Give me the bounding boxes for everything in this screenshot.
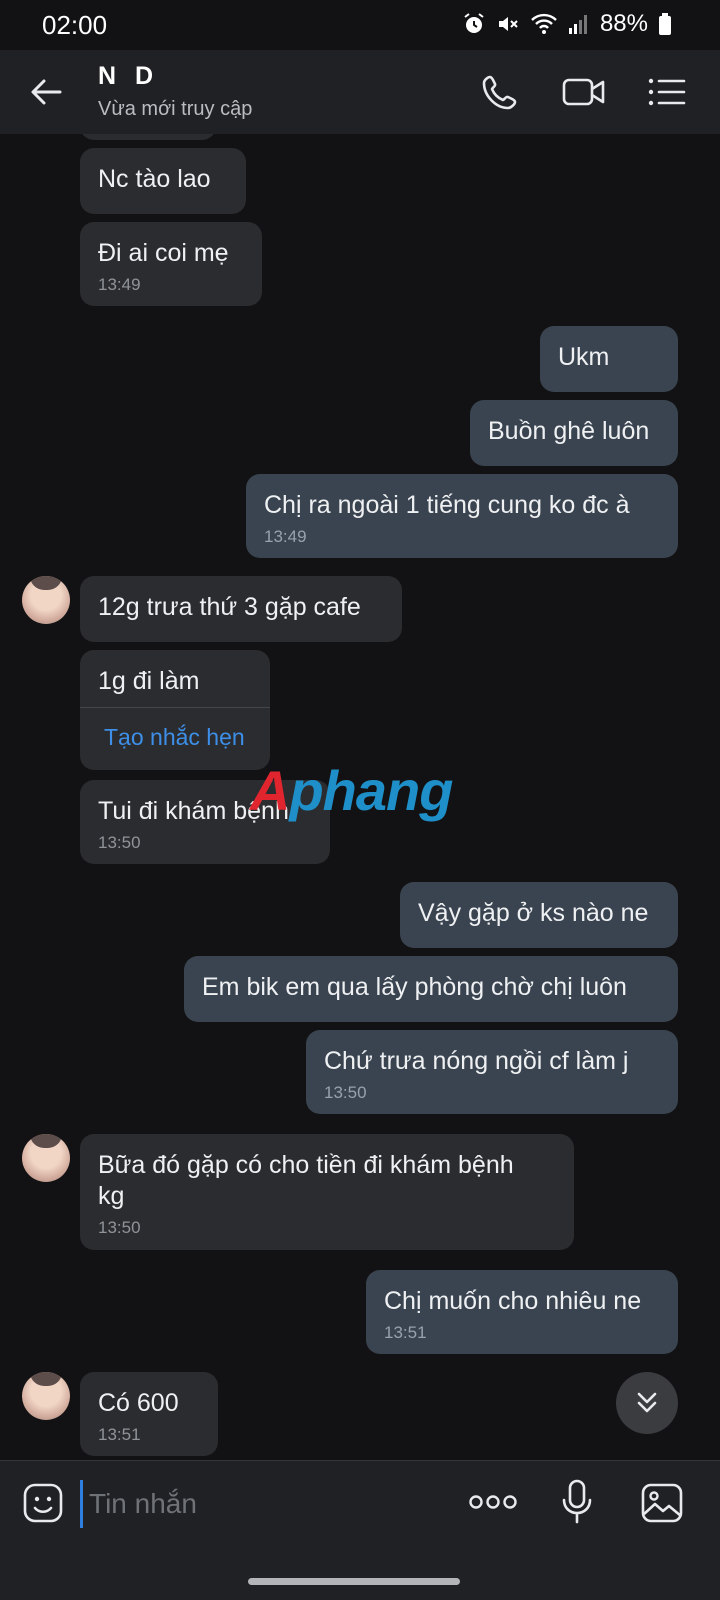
back-arrow-icon[interactable] xyxy=(26,72,66,112)
image-gallery-icon[interactable] xyxy=(640,1482,684,1524)
contact-name[interactable]: N D xyxy=(98,62,159,91)
message-bubble-outgoing[interactable]: Em bik em qua lấy phòng chờ chị luôn xyxy=(184,956,678,1022)
battery-icon xyxy=(659,13,671,35)
message-time: 13:49 xyxy=(264,527,307,546)
message-text: Đi ai coi mẹ xyxy=(98,239,229,267)
message-bubble-outgoing[interactable]: Ukm xyxy=(540,326,678,392)
more-options-icon[interactable] xyxy=(468,1494,518,1510)
sticker-emoji-icon[interactable] xyxy=(22,1482,64,1524)
avatar[interactable] xyxy=(22,576,70,624)
phone-call-icon[interactable] xyxy=(480,72,524,112)
message-text: Em bik em qua lấy phòng chờ chị luôn xyxy=(202,973,627,1001)
message-bubble-outgoing[interactable]: Chị muốn cho nhiêu ne 13:51 xyxy=(366,1270,678,1354)
mute-icon xyxy=(498,17,518,31)
microphone-icon[interactable] xyxy=(560,1478,594,1526)
message-time: 13:50 xyxy=(324,1083,367,1102)
home-indicator[interactable] xyxy=(248,1578,460,1585)
status-bar: 02:00 88% xyxy=(0,0,720,50)
message-bubble-outgoing[interactable]: Chứ trưa nóng ngồi cf làm j 13:50 xyxy=(306,1030,678,1114)
video-call-icon[interactable] xyxy=(562,72,606,112)
message-text: kg xyxy=(98,1182,125,1210)
chat-header: N D Vừa mới truy cập xyxy=(0,50,720,134)
avatar[interactable] xyxy=(22,1372,70,1420)
scroll-to-bottom-button[interactable] xyxy=(616,1372,678,1434)
message-bubble-incoming[interactable]: Tui đi khám bệnh 13:50 xyxy=(80,780,330,864)
message-time: 13:51 xyxy=(98,1425,141,1444)
message-text: 12g trưa thứ 3 gặp cafe xyxy=(98,593,361,621)
message-text: Vậy gặp ở ks nào ne xyxy=(418,899,649,927)
message-text: Buồn ghê luôn xyxy=(488,417,650,445)
message-text: Bữa đó gặp có cho tiền đi khám bệnh xyxy=(98,1151,514,1179)
wifi-icon xyxy=(531,13,557,34)
message-bubble-incoming[interactable]: Bữa đó gặp có cho tiền đi khám bệnh kg 1… xyxy=(80,1134,574,1250)
create-reminder-link[interactable]: Tạo nhắc hẹn xyxy=(98,708,252,765)
message-text: Có 600 xyxy=(98,1389,179,1417)
message-input[interactable] xyxy=(80,1480,391,1528)
message-text: Tui đi khám bệnh xyxy=(98,797,289,825)
message-text: Ukm xyxy=(558,343,610,371)
message-text: Chị muốn cho nhiêu ne xyxy=(384,1287,642,1315)
menu-list-icon[interactable] xyxy=(644,72,688,112)
message-bubble-outgoing[interactable]: Chị ra ngoài 1 tiếng cung ko đc à 13:49 xyxy=(246,474,678,558)
contact-status: Vừa mới truy cập xyxy=(98,98,253,120)
message-time: 13:50 xyxy=(98,1218,141,1237)
status-icons: 88% xyxy=(462,10,672,38)
message-time: 13:49 xyxy=(98,275,141,294)
signal-icon xyxy=(568,15,587,34)
status-time: 02:00 xyxy=(42,10,108,40)
message-text: Chứ trưa nóng ngồi cf làm j xyxy=(324,1047,629,1075)
composer-divider xyxy=(0,1460,720,1461)
message-text: Nc tào lao xyxy=(98,165,211,193)
message-bubble-incoming[interactable]: 12g trưa thứ 3 gặp cafe xyxy=(80,576,402,642)
message-bubble-incoming[interactable]: Có 600 13:51 xyxy=(80,1372,218,1456)
message-bubble-incoming[interactable]: Nc tào lao xyxy=(80,148,246,214)
message-time: 13:50 xyxy=(98,833,141,852)
message-bubble-outgoing[interactable]: Buồn ghê luôn xyxy=(470,400,678,466)
message-text: 1g đi làm xyxy=(98,667,200,695)
message-bubble-incoming[interactable]: 1g đi làm Tạo nhắc hẹn xyxy=(80,650,270,770)
message-bubble-incoming[interactable]: Đi ai coi mẹ 13:49 xyxy=(80,222,262,306)
message-bubble-outgoing[interactable]: Vậy gặp ở ks nào ne xyxy=(400,882,678,948)
battery-level: 88% xyxy=(599,10,648,37)
message-list[interactable]: Nc tào lao Đi ai coi mẹ 13:49 Ukm Buồn g… xyxy=(0,134,720,1488)
message-text: Chị ra ngoài 1 tiếng cung ko đc à xyxy=(264,491,630,519)
message-time: 13:51 xyxy=(384,1323,427,1342)
avatar[interactable] xyxy=(22,1134,70,1182)
double-chevron-down-icon xyxy=(637,1392,657,1413)
message-bubble-incoming[interactable] xyxy=(80,134,216,140)
alarm-icon xyxy=(464,13,484,33)
